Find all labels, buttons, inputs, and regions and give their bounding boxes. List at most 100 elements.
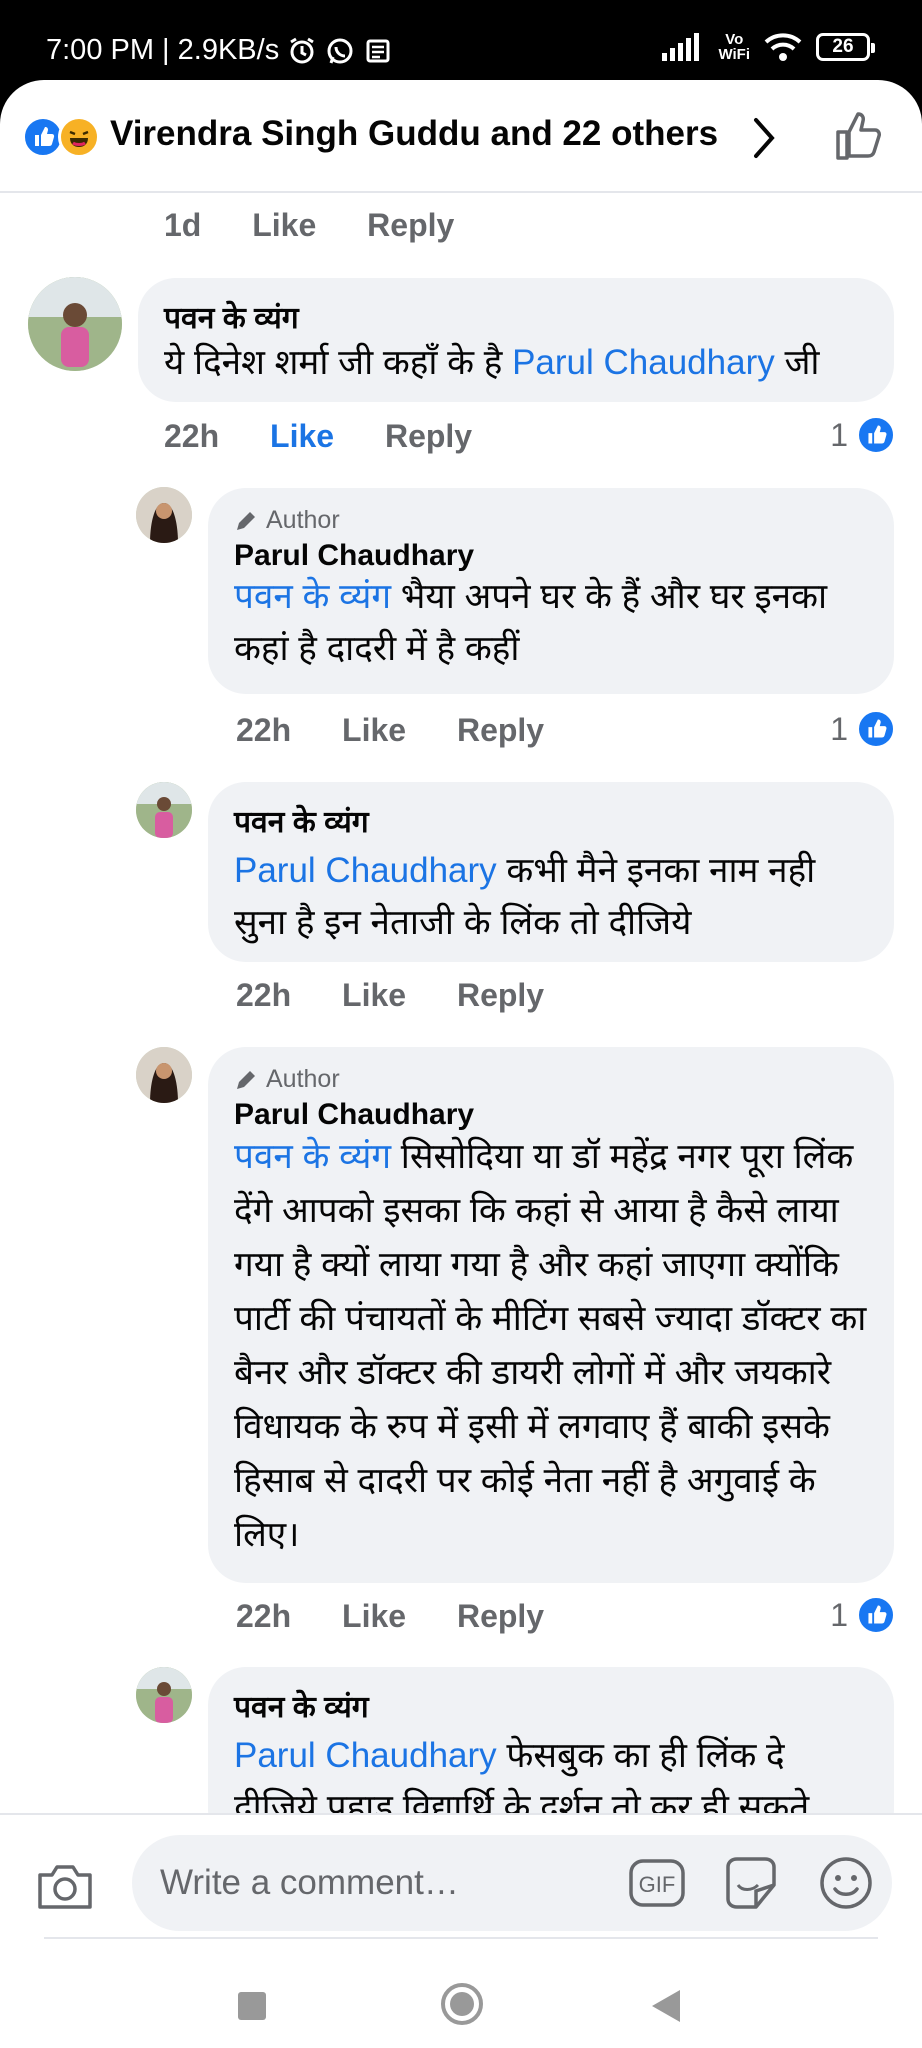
reactions-header[interactable]: Virendra Singh Guddu and 22 others: [0, 80, 922, 193]
avatar-photo: [136, 782, 192, 838]
comment-body: सिसोदिया या डॉ महेंद्र नगर पूरा लिंक दें…: [234, 1137, 867, 1554]
mention-link[interactable]: पवन के व्यंग: [234, 577, 391, 616]
like-button[interactable]: Like: [342, 1598, 406, 1634]
signal-icon: [662, 33, 700, 61]
comments-sheet: Virendra Singh Guddu and 22 others 1d Li…: [0, 80, 922, 2048]
status-right: Vo WiFi 26: [662, 32, 875, 62]
alarm-icon: [290, 37, 314, 63]
news-icon: [366, 39, 390, 62]
mention-link[interactable]: Parul Chaudhary: [512, 343, 775, 382]
reactors-title[interactable]: Virendra Singh Guddu and 22 others: [110, 114, 718, 154]
status-bar: 7:00 PM | 2.9KB/s Vo WiFi 26: [0, 0, 922, 80]
comment-actions: 22h Like Reply: [236, 712, 586, 749]
reply-button[interactable]: Reply: [457, 712, 544, 748]
comment-time: 22h: [236, 977, 292, 1013]
avatar[interactable]: [28, 277, 122, 371]
comment-bubble[interactable]: पवन के व्यंग ये दिनेश शर्मा जी कहाँ के ह…: [138, 278, 894, 402]
like-reaction-icon: [856, 1595, 896, 1635]
avatar-photo: [136, 1047, 192, 1103]
commenter-name[interactable]: Parul Chaudhary: [234, 539, 868, 573]
whatsapp-icon: [327, 38, 353, 63]
reaction-count-value: 1: [830, 1596, 848, 1633]
like-reaction-icon: [856, 709, 896, 749]
home-icon[interactable]: [440, 1982, 484, 2026]
avatar-photo: [136, 487, 192, 543]
comment-time: 1d: [164, 207, 202, 243]
comment-time: 22h: [236, 1598, 292, 1634]
comment-bubble[interactable]: पवन के व्यंग Parul Chaudhary कभी मैने इन…: [208, 782, 894, 962]
comment-time: 22h: [236, 712, 292, 748]
comment-text: Parul Chaudhary फेसबुक का ही लिंक दे दीज…: [234, 1730, 868, 1813]
comment-bubble[interactable]: Author Parul Chaudhary पवन के व्यंग सिसो…: [208, 1047, 894, 1583]
author-label: Author: [266, 506, 340, 534]
emoji-icon[interactable]: [818, 1855, 874, 1911]
thumbs-up-icon[interactable]: [834, 110, 884, 162]
reaction-count[interactable]: 1: [830, 1595, 896, 1635]
author-badge: Author: [234, 506, 868, 535]
commenter-name[interactable]: Parul Chaudhary: [234, 1098, 868, 1132]
avatar[interactable]: [136, 1667, 192, 1723]
reply-button[interactable]: Reply: [457, 1598, 544, 1634]
previous-comment-actions: 1d Like Reply: [164, 207, 496, 244]
author-badge: Author: [234, 1065, 868, 1094]
like-button[interactable]: Like: [342, 977, 406, 1013]
comment-text: पवन के व्यंग भैया अपने घर के हैं और घर इ…: [234, 571, 868, 675]
mention-link[interactable]: Parul Chaudhary: [234, 851, 497, 890]
reaction-count-value: 1: [830, 416, 848, 453]
recents-icon[interactable]: [238, 1992, 266, 2020]
reply-button[interactable]: Reply: [457, 977, 544, 1013]
avatar-photo: [28, 277, 122, 371]
reaction-count[interactable]: 1: [830, 415, 896, 455]
author-label: Author: [266, 1065, 340, 1093]
vowifi-top: Vo: [725, 31, 744, 48]
pencil-icon: [237, 1070, 255, 1089]
avatar[interactable]: [136, 782, 192, 838]
status-time: 7:00 PM | 2.9KB/s: [46, 34, 280, 66]
reaction-count[interactable]: 1: [830, 709, 896, 749]
reply-button[interactable]: Reply: [367, 207, 454, 243]
like-button[interactable]: Like: [270, 418, 334, 454]
composer-divider: [44, 1937, 878, 1939]
comment-text: पवन के व्यंग सिसोदिया या डॉ महेंद्र नगर …: [234, 1130, 868, 1562]
haha-reaction-icon: [58, 116, 100, 158]
like-button[interactable]: Like: [252, 207, 316, 243]
comment-text: ये दिनेश शर्मा जी कहाँ के है Parul Chaud…: [164, 341, 868, 385]
wifi-icon: [764, 33, 802, 61]
sticker-icon[interactable]: [722, 1855, 780, 1911]
comment-actions: 22h Like Reply: [236, 1598, 586, 1635]
comment-text-before: ये दिनेश शर्मा जी कहाँ के है: [164, 343, 513, 382]
comment-time: 22h: [164, 418, 220, 454]
avatar-photo: [136, 1667, 192, 1723]
commenter-name[interactable]: पवन के व्यंग: [164, 296, 868, 337]
comment-text-after: जी: [774, 343, 820, 382]
gif-label: GIF: [639, 1872, 676, 1897]
commenter-name[interactable]: पवन के व्यंग: [234, 800, 868, 841]
like-reaction-icon: [856, 415, 896, 455]
comment-bubble[interactable]: Author Parul Chaudhary पवन के व्यंग भैया…: [208, 488, 894, 694]
vowifi-bottom: WiFi: [718, 46, 750, 63]
commenter-name[interactable]: पवन के व्यंग: [234, 1685, 868, 1726]
mention-link[interactable]: पवन के व्यंग: [234, 1137, 391, 1176]
camera-icon[interactable]: [36, 1861, 94, 1911]
reaction-count-value: 1: [830, 710, 848, 747]
reply-button[interactable]: Reply: [385, 418, 472, 454]
comment-composer: GIF: [0, 1813, 922, 1938]
avatar[interactable]: [136, 1047, 192, 1103]
avatar[interactable]: [136, 487, 192, 543]
chevron-right-icon[interactable]: [744, 116, 784, 160]
reaction-icons: [22, 116, 104, 158]
mention-link[interactable]: Parul Chaudhary: [234, 1736, 497, 1775]
vowifi-indicator: Vo WiFi: [718, 32, 750, 62]
system-nav-bar: [0, 1940, 922, 2048]
comment-thread: 1d Like Reply पवन के व्यंग ये दिनेश शर्म…: [0, 193, 922, 1813]
comment-actions: 22h Like Reply: [164, 418, 514, 455]
pencil-icon: [237, 511, 255, 530]
battery-indicator: 26: [816, 33, 875, 61]
status-left: 7:00 PM | 2.9KB/s: [46, 34, 393, 67]
comment-actions: 22h Like Reply: [236, 977, 586, 1014]
gif-icon[interactable]: GIF: [628, 1858, 686, 1908]
comment-bubble[interactable]: पवन के व्यंग Parul Chaudhary फेसबुक का ह…: [208, 1667, 894, 1813]
like-button[interactable]: Like: [342, 712, 406, 748]
comment-text: Parul Chaudhary कभी मैने इनका नाम नही सु…: [234, 845, 868, 949]
back-icon[interactable]: [650, 1988, 682, 2024]
